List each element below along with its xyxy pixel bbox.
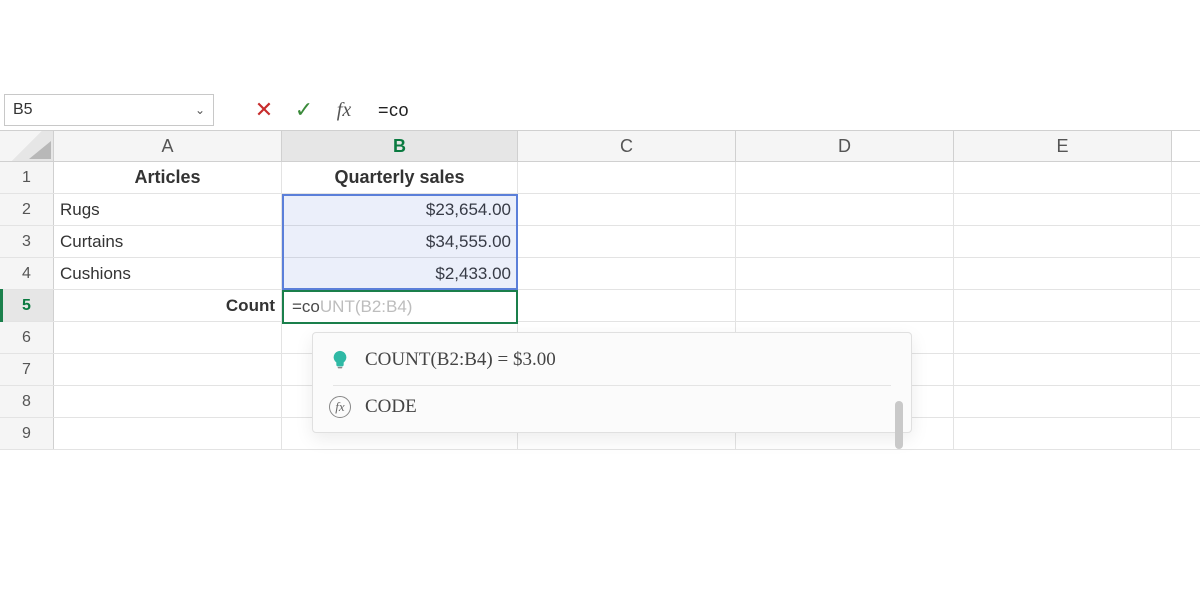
- name-box-value: B5: [13, 101, 33, 119]
- cell-C4[interactable]: [518, 258, 736, 289]
- fx-circle-icon: fx: [329, 396, 351, 418]
- column-header-row: A B C D E: [0, 130, 1200, 162]
- cell-E3[interactable]: [954, 226, 1172, 257]
- cancel-formula-button[interactable]: ✕: [244, 94, 284, 126]
- table-row: 1 Articles Quarterly sales: [0, 162, 1200, 194]
- cell-D3[interactable]: [736, 226, 954, 257]
- fx-icon: fx: [337, 99, 351, 122]
- formula-suggestion-popup: COUNT(B2:B4) = $3.00 fx CODE: [312, 332, 912, 433]
- divider: [333, 385, 891, 386]
- lightbulb-icon: [329, 349, 351, 371]
- cell-E5[interactable]: [954, 290, 1172, 321]
- cell-D2[interactable]: [736, 194, 954, 225]
- suggestion-equals: =: [493, 349, 513, 370]
- cell-C3[interactable]: [518, 226, 736, 257]
- x-icon: ✕: [255, 97, 273, 123]
- cell-D4[interactable]: [736, 258, 954, 289]
- cell-E9[interactable]: [954, 418, 1172, 449]
- column-header-E[interactable]: E: [954, 131, 1172, 161]
- select-all-corner[interactable]: [0, 131, 54, 161]
- cell-E4[interactable]: [954, 258, 1172, 289]
- row-header-9[interactable]: 9: [0, 418, 54, 449]
- cell-B4[interactable]: $2,433.00: [282, 258, 518, 289]
- cell-E8[interactable]: [954, 386, 1172, 417]
- cell-A1[interactable]: Articles: [54, 162, 282, 193]
- active-cell-editor[interactable]: =coUNT(B2:B4): [282, 290, 518, 324]
- cell-A3[interactable]: Curtains: [54, 226, 282, 257]
- cell-B2[interactable]: $23,654.00: [282, 194, 518, 225]
- row-header-7[interactable]: 7: [0, 354, 54, 385]
- cell-B3[interactable]: $34,555.00: [282, 226, 518, 257]
- cell-B1[interactable]: Quarterly sales: [282, 162, 518, 193]
- suggestion-result: $3.00: [513, 349, 556, 370]
- table-row: 5 Count: [0, 290, 1200, 322]
- row-header-5[interactable]: 5: [0, 290, 54, 321]
- column-header-D[interactable]: D: [736, 131, 954, 161]
- active-cell-typed: =co: [292, 297, 320, 317]
- cell-E2[interactable]: [954, 194, 1172, 225]
- column-header-A[interactable]: A: [54, 131, 282, 161]
- check-icon: ✓: [295, 97, 313, 123]
- accept-formula-button[interactable]: ✓: [284, 94, 324, 126]
- formula-bar: B5 ⌄ ✕ ✓ fx: [0, 90, 1200, 130]
- chevron-down-icon[interactable]: ⌄: [195, 103, 205, 117]
- table-row: 2 Rugs $23,654.00: [0, 194, 1200, 226]
- cell-D1[interactable]: [736, 162, 954, 193]
- cell-A9[interactable]: [54, 418, 282, 449]
- window-padding: [0, 0, 1200, 90]
- cell-E1[interactable]: [954, 162, 1172, 193]
- row-header-4[interactable]: 4: [0, 258, 54, 289]
- cell-D5[interactable]: [736, 290, 954, 321]
- cell-C1[interactable]: [518, 162, 736, 193]
- cell-C5[interactable]: [518, 290, 736, 321]
- cell-A7[interactable]: [54, 354, 282, 385]
- row-header-2[interactable]: 2: [0, 194, 54, 225]
- suggestion-preview-row[interactable]: COUNT(B2:B4) = $3.00: [329, 349, 895, 371]
- insert-function-button[interactable]: fx: [324, 94, 364, 126]
- suggestion-alt-function: CODE: [365, 396, 417, 418]
- cell-A6[interactable]: [54, 322, 282, 353]
- cell-A4[interactable]: Cushions: [54, 258, 282, 289]
- cell-A2[interactable]: Rugs: [54, 194, 282, 225]
- row-header-1[interactable]: 1: [0, 162, 54, 193]
- row-header-8[interactable]: 8: [0, 386, 54, 417]
- formula-input[interactable]: [364, 94, 1196, 126]
- cell-A5[interactable]: Count: [54, 290, 282, 321]
- popup-scrollbar[interactable]: [895, 401, 903, 449]
- column-header-B[interactable]: B: [282, 131, 518, 161]
- column-header-C[interactable]: C: [518, 131, 736, 161]
- cell-E6[interactable]: [954, 322, 1172, 353]
- cell-C2[interactable]: [518, 194, 736, 225]
- cell-E7[interactable]: [954, 354, 1172, 385]
- cell-A8[interactable]: [54, 386, 282, 417]
- row-header-3[interactable]: 3: [0, 226, 54, 257]
- row-header-6[interactable]: 6: [0, 322, 54, 353]
- suggestion-alt-row[interactable]: fx CODE: [329, 396, 895, 422]
- table-row: 4 Cushions $2,433.00: [0, 258, 1200, 290]
- table-row: 3 Curtains $34,555.00: [0, 226, 1200, 258]
- name-box[interactable]: B5 ⌄: [4, 94, 214, 126]
- spreadsheet-grid[interactable]: 1 Articles Quarterly sales 2 Rugs $23,65…: [0, 162, 1200, 450]
- suggestion-formula-text: COUNT(B2:B4): [365, 349, 493, 370]
- active-cell-autocomplete-ghost: UNT(B2:B4): [320, 297, 413, 317]
